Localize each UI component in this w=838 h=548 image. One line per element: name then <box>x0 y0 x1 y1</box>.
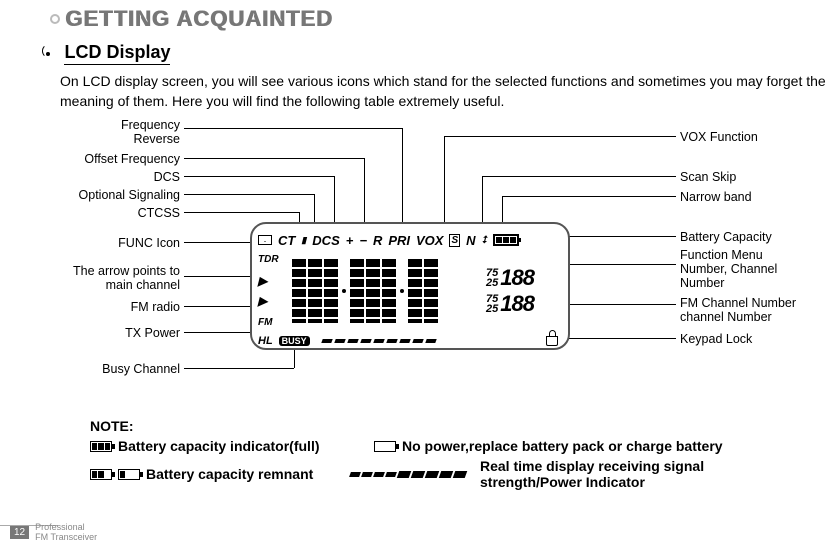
section-title: LCD Display <box>64 42 170 65</box>
note-block: NOTE: Battery capacity indicator(full) N… <box>90 418 810 490</box>
hl-indicator: HL <box>258 335 273 347</box>
label-keypad-lock: Keypad Lock <box>680 332 752 346</box>
plus-indicator: + <box>346 233 354 248</box>
note-battery-empty: No power,replace battery pack or charge … <box>402 438 723 454</box>
fm-indicator: FM <box>258 317 292 328</box>
dcs-indicator: DCS <box>312 233 339 248</box>
label-fm-radio: FM radio <box>30 300 180 314</box>
page-title: GETTING ACQUAINTED <box>66 6 334 32</box>
header-bullet-icon <box>50 14 60 24</box>
signal-bars-icon <box>322 339 436 343</box>
lock-icon <box>546 336 558 346</box>
diagram-canvas: Frequency Reverse Offset Frequency DCS O… <box>0 116 838 406</box>
footer-line1: Professional <box>35 522 97 532</box>
note-battery-remnant: Battery capacity remnant <box>146 466 344 482</box>
page-number: 12 <box>10 526 29 539</box>
reverse-indicator: R <box>373 233 382 248</box>
label-dcs: DCS <box>30 170 180 184</box>
section-heading: LCD Display <box>40 42 170 65</box>
footer-line2: FM Transceiver <box>35 532 97 542</box>
battery-remnant-icon <box>118 469 140 480</box>
intro-text: On LCD display screen, you will see vari… <box>60 72 830 111</box>
channel-number: 188 <box>500 265 534 291</box>
label-battery-capacity: Battery Capacity <box>680 230 772 244</box>
arrow-icon: ▶ <box>258 276 292 286</box>
subdigit: 25 <box>486 304 498 314</box>
lcd-top-row: CT ▮ DCS + − R PRI VOX S N ⭥ <box>258 230 562 250</box>
label-tx-power: TX Power <box>30 326 180 340</box>
label-offset-frequency: Offset Frequency <box>30 152 180 166</box>
narrow-indicator: N <box>466 233 475 248</box>
minus-indicator: − <box>359 233 367 248</box>
note-battery-full: Battery capacity indicator(full) <box>118 438 368 454</box>
envelope-icon <box>258 235 272 245</box>
vox-indicator: VOX <box>416 233 443 248</box>
label-frequency-reverse: Frequency Reverse <box>30 118 180 146</box>
busy-indicator: BUSY <box>279 336 310 346</box>
label-scan-skip: Scan Skip <box>680 170 736 184</box>
battery-full-icon <box>90 441 112 452</box>
battery-remnant-icon <box>90 469 112 480</box>
battery-icon <box>493 234 519 246</box>
label-vox-function: VOX Function <box>680 130 758 144</box>
page-footer: 12 Professional FM Transceiver <box>10 522 97 542</box>
label-ctcss: CTCSS <box>30 206 180 220</box>
label-busy-channel: Busy Channel <box>30 362 180 376</box>
label-narrow-band: Narrow band <box>680 190 752 204</box>
signal-icon <box>40 43 56 59</box>
frequency-digits <box>292 252 486 330</box>
label-fm-channel-number: FM Channel Number channel Number <box>680 296 796 324</box>
label-function-menu-number: Function Menu Number, Channel Number <box>680 248 777 290</box>
scan-skip-indicator: S <box>449 234 460 247</box>
arrow-icon: ▶ <box>258 296 292 306</box>
label-optional-signaling: Optional Signaling <box>30 188 180 202</box>
page-header: GETTING ACQUAINTED <box>50 6 334 32</box>
label-func-icon: FUNC Icon <box>30 236 180 250</box>
ct-indicator: CT <box>278 233 295 248</box>
label-arrow-main-channel: The arrow points to main channel <box>30 264 180 292</box>
channel-number: 188 <box>500 291 534 317</box>
lcd-screen: CT ▮ DCS + − R PRI VOX S N ⭥ TDR ▶ ▶ FM <box>250 222 570 350</box>
note-title: NOTE: <box>90 418 810 434</box>
signal-strength-icon <box>350 471 466 478</box>
note-signal-strength: Real time display receiving signal stren… <box>480 458 704 490</box>
subdigit: 25 <box>486 278 498 288</box>
battery-empty-icon <box>374 441 396 452</box>
pri-indicator: PRI <box>388 233 410 248</box>
tdr-indicator: TDR <box>258 254 292 265</box>
